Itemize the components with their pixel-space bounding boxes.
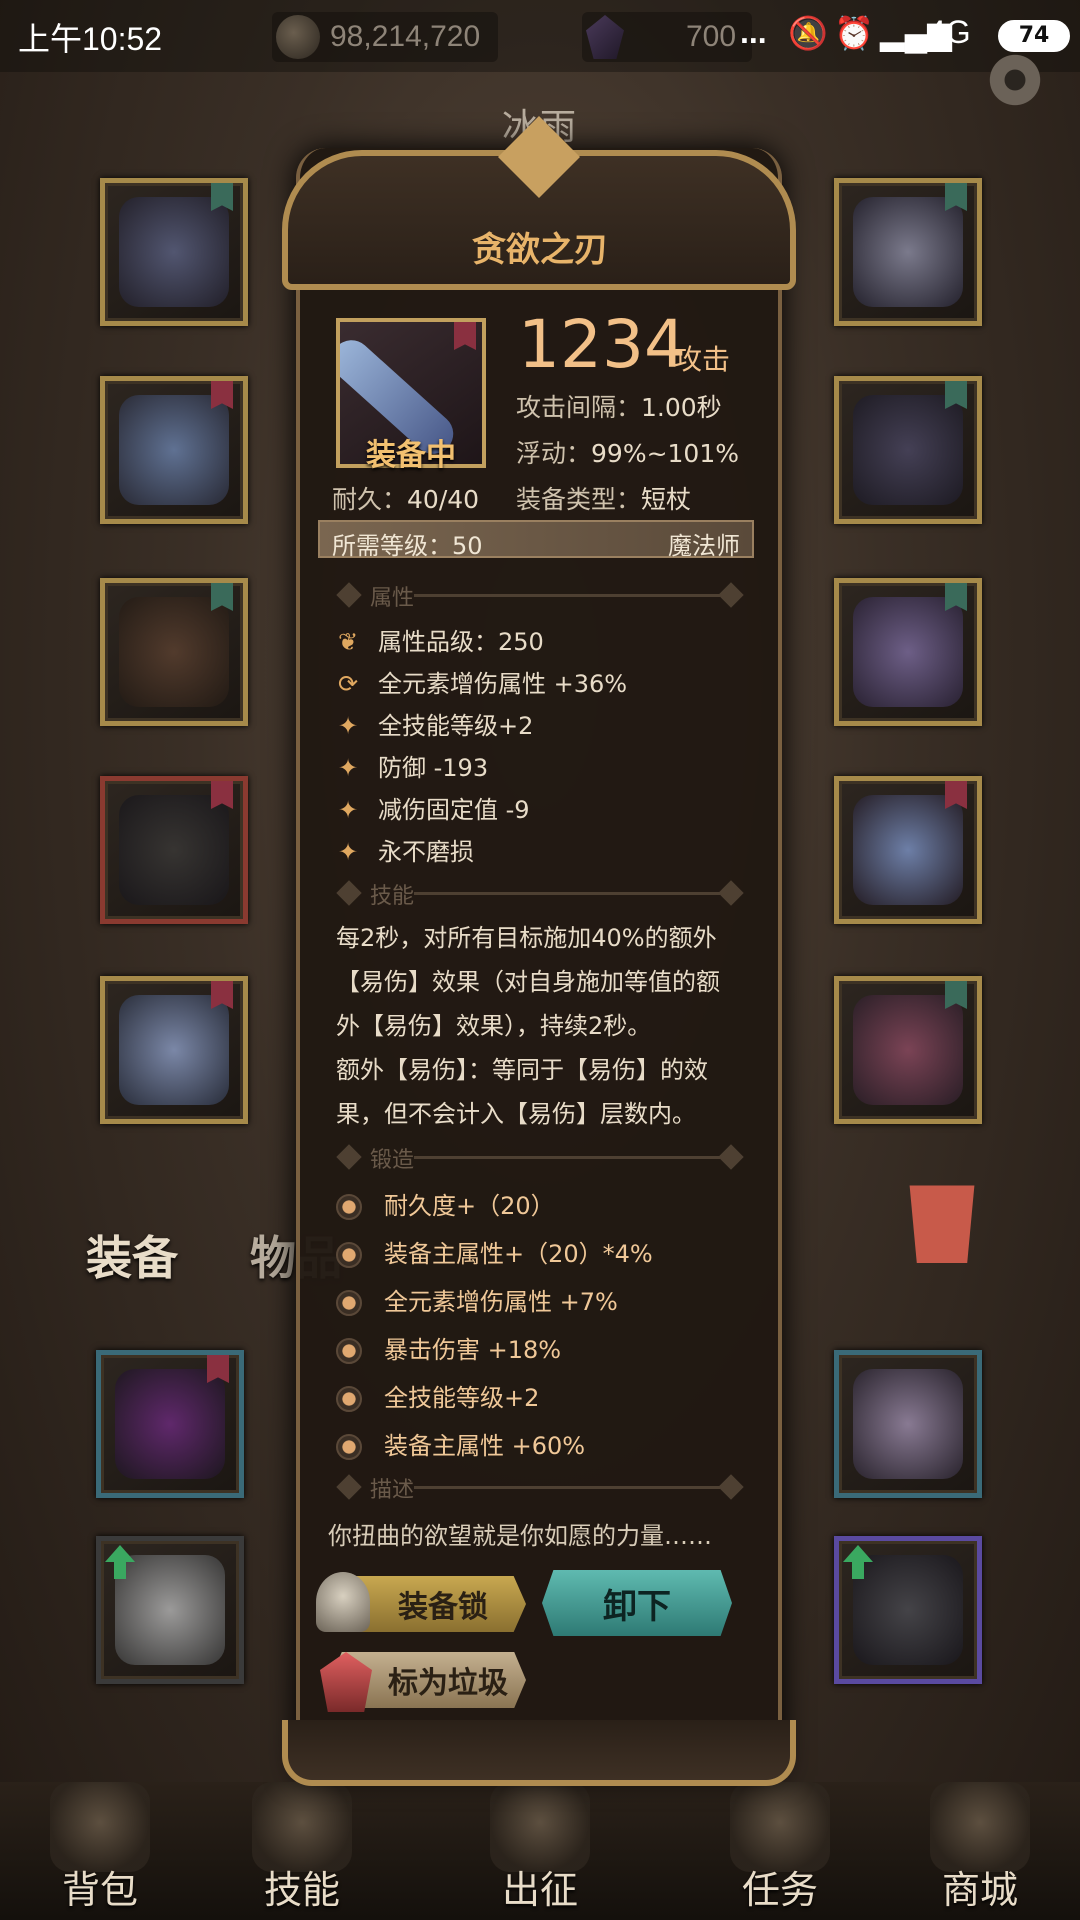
equip-slot-belt[interactable] (834, 376, 982, 524)
attribute-row: ⟳ 全元素增伤属性 +36% (334, 664, 627, 698)
durability: 耐久：40/40 (332, 485, 480, 514)
attribute-row: ✦ 防御 -193 (334, 748, 488, 782)
nav-backpack[interactable]: 背包 (20, 1782, 180, 1920)
equip-slot-weapon[interactable] (834, 776, 982, 924)
item-name: 贪欲之刃 (472, 230, 608, 270)
forge-row: 装备主属性 +60% (336, 1426, 585, 1460)
requirement-bar: 所需等级：50 魔法师 (318, 520, 754, 560)
network-type: 4G (928, 14, 971, 50)
alarm-icon: ⏰ (834, 15, 874, 51)
equip-slot-gloves[interactable] (100, 578, 248, 726)
bag-item-slot[interactable] (96, 1350, 244, 1498)
forge-text: 暴击伤害 +18% (384, 1336, 562, 1364)
equip-slot-armor[interactable] (100, 376, 248, 524)
attack-label: 攻击 (674, 343, 731, 376)
equip-slot-ring[interactable] (834, 578, 982, 726)
forge-dot-icon (336, 1338, 362, 1364)
section-forge: 锻造 (334, 1142, 754, 1173)
forge-dot-icon (336, 1434, 362, 1460)
bottom-nav: 背包 技能 出征 任务 商城 (0, 1782, 1080, 1920)
settings-gear-icon[interactable] (975, 40, 1055, 120)
forge-row: 全元素增伤属性 +7% (336, 1282, 618, 1316)
forge-row: 暴击伤害 +18% (336, 1330, 561, 1364)
equip-slot-boots[interactable] (100, 976, 248, 1124)
attribute-text: 属性品级：250 (378, 628, 544, 656)
bag-item-slot[interactable] (834, 1536, 982, 1684)
nav-skills[interactable]: 技能 (222, 1782, 382, 1920)
gem-icon (586, 15, 624, 59)
attack-interval: 攻击间隔：1.00秒 (516, 393, 722, 422)
equipment-type: 装备类型：短杖 (516, 485, 692, 514)
equip-slot-head[interactable] (100, 178, 248, 326)
coin-icon (276, 15, 320, 59)
attribute-text: 永不磨损 (378, 838, 474, 866)
required-class: 魔法师 (668, 532, 740, 560)
equip-slot-offhand[interactable] (834, 976, 982, 1124)
flavor-text: 你扭曲的欲望就是你如愿的力量…… (328, 1522, 712, 1550)
attribute-text: 全技能等级+2 (378, 712, 534, 740)
mute-icon: 🔕 (788, 15, 828, 51)
level-badge-icon (454, 322, 476, 350)
attribute-row: ✦ 全技能等级+2 (334, 706, 533, 740)
attribute-row: ❦ 属性品级：250 (334, 622, 544, 656)
unequip-button[interactable]: 卸下 (542, 1570, 732, 1636)
attack-value: 1234 (518, 306, 686, 383)
forge-row: 全技能等级+2 (336, 1378, 539, 1412)
forge-row: 耐久度+（20） (336, 1186, 555, 1220)
attribute-row: ✦ 永不磨损 (334, 832, 474, 866)
bag-item-slot[interactable] (834, 1350, 982, 1498)
forge-dot-icon (336, 1386, 362, 1412)
equip-slot-necklace[interactable] (834, 178, 982, 326)
gem-amount: 700 (686, 20, 737, 53)
forge-row: 装备主属性+（20）*4% (336, 1234, 653, 1268)
coin-counter: 98,214,720 (272, 12, 498, 62)
section-description: 描述 (334, 1472, 754, 1503)
forge-text: 耐久度+（20） (384, 1192, 555, 1220)
section-skill: 技能 (334, 878, 754, 909)
overflow-dots: ... (740, 14, 767, 50)
tab-equipment[interactable]: 装备 (86, 1222, 178, 1288)
nav-quests[interactable]: 任务 (700, 1782, 860, 1920)
clock: 上午10:52 (18, 21, 163, 57)
coin-amount: 98,214,720 (330, 20, 481, 53)
attribute-row: ✦ 减伤固定值 -9 (334, 790, 530, 824)
forge-text: 全元素增伤属性 +7% (384, 1288, 618, 1316)
section-attributes: 属性 (334, 580, 754, 611)
quality-icon: ❦ (337, 628, 359, 656)
star-icon: ✦ (337, 796, 359, 824)
panel-ornament-bottom (282, 1720, 796, 1786)
forge-text: 装备主属性+（20）*4% (384, 1240, 653, 1268)
game-screen: { "status_bar": { "time": "上午10:52", "co… (0, 0, 1080, 1920)
forge-text: 全技能等级+2 (384, 1384, 540, 1412)
attribute-text: 全元素增伤属性 +36% (378, 670, 628, 698)
bag-item-slot[interactable] (96, 1536, 244, 1684)
element-icon: ⟳ (337, 670, 359, 698)
damage-float: 浮动：99%~101% (516, 439, 740, 468)
gem-counter: 700 (582, 12, 752, 62)
equipped-tag: 装备中 (366, 438, 456, 473)
forge-dot-icon (336, 1242, 362, 1268)
attribute-text: 减伤固定值 -9 (378, 796, 530, 824)
trash-icon[interactable] (909, 1185, 975, 1263)
lock-icon (316, 1572, 370, 1632)
required-level: 所需等级：50 (332, 532, 483, 560)
nav-expedition[interactable]: 出征 (460, 1782, 620, 1920)
star-icon: ✦ (337, 838, 359, 866)
equip-slot-pants[interactable] (100, 776, 248, 924)
skill-description: 每2秒，对所有目标施加40%的额外 【易伤】效果（对自身施加等值的额 外【易伤】… (336, 924, 720, 1128)
forge-dot-icon (336, 1194, 362, 1220)
forge-text: 装备主属性 +60% (384, 1432, 586, 1460)
status-bar: 上午10:52 98,214,720 700 ... 🔕 ⏰ ▂▄▆ 4G 74 (0, 0, 1080, 72)
star-icon: ✦ (337, 754, 359, 782)
nav-shop[interactable]: 商城 (900, 1782, 1060, 1920)
forge-dot-icon (336, 1290, 362, 1316)
attribute-text: 防御 -193 (378, 754, 489, 782)
star-icon: ✦ (337, 712, 359, 740)
